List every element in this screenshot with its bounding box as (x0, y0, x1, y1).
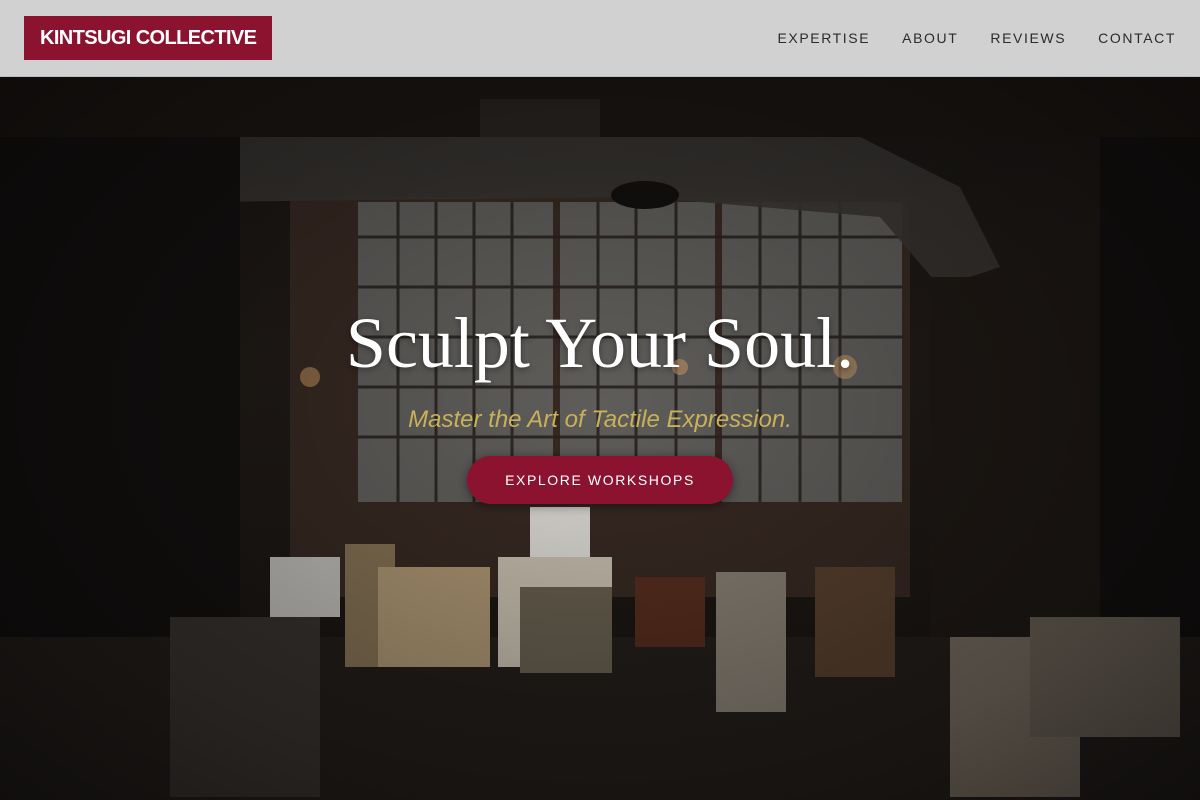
explore-workshops-button[interactable]: EXPLORE WORKSHOPS (467, 456, 733, 504)
hero-title: Sculpt Your Soul. (345, 303, 855, 383)
hero-subtitle: Master the Art of Tactile Expression. (408, 406, 792, 433)
nav-link-expertise[interactable]: EXPERTISE (777, 30, 870, 46)
main-nav: EXPERTISE ABOUT REVIEWS CONTACT (777, 30, 1176, 46)
hero-section: Sculpt Your Soul. Master the Art of Tact… (0, 77, 1200, 800)
nav-link-contact[interactable]: CONTACT (1098, 30, 1176, 46)
hero-content: Sculpt Your Soul. Master the Art of Tact… (0, 77, 1200, 800)
nav-link-reviews[interactable]: REVIEWS (990, 30, 1066, 46)
nav-link-about[interactable]: ABOUT (902, 30, 958, 46)
site-header: KINTSUGI COLLECTIVE EXPERTISE ABOUT REVI… (0, 0, 1200, 77)
brand-logo[interactable]: KINTSUGI COLLECTIVE (24, 16, 273, 60)
